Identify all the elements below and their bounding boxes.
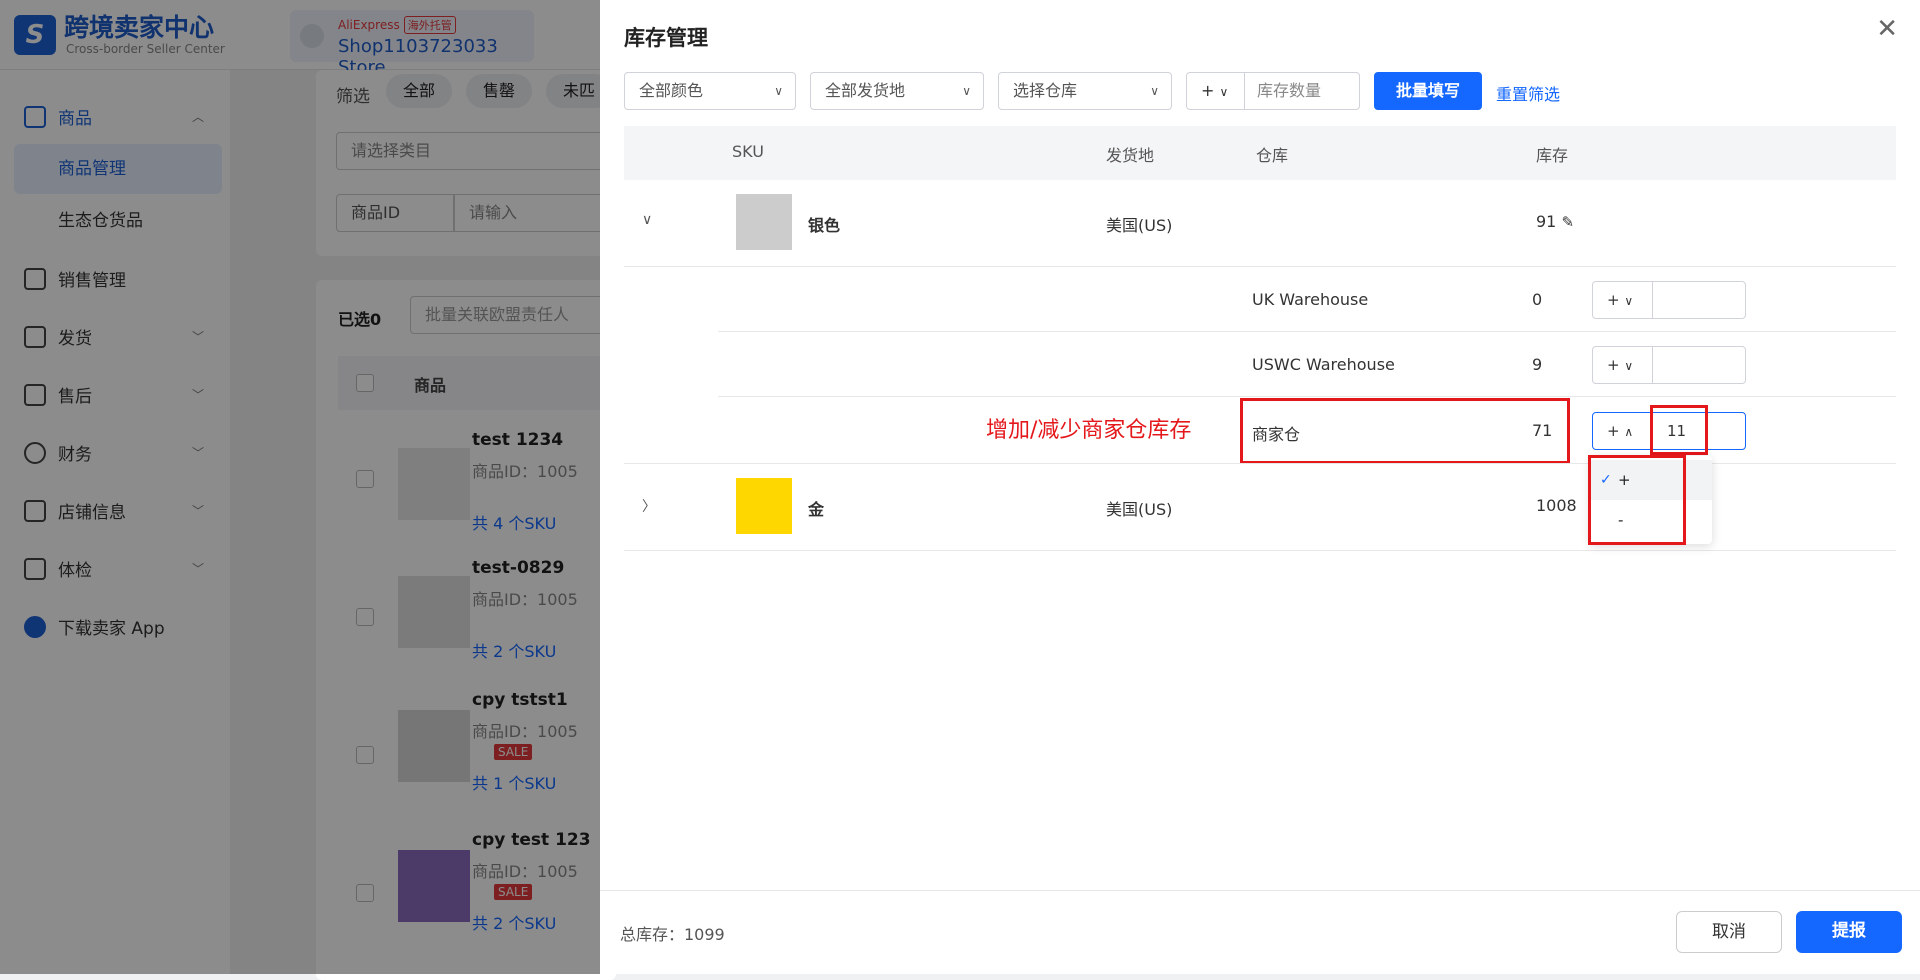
drawer-footer: 总库存：1099 取消 提报 [600,890,1920,974]
stock-adjust-uk: + ∨ [1592,281,1746,319]
chevron-down-icon: ∨ [1150,84,1159,98]
op-select[interactable]: + ∧ [1593,413,1653,449]
row-divider [624,550,1896,551]
sku-origin: 美国(US) [1106,500,1173,519]
sku-thumbnail [736,194,792,250]
chevron-up-icon: ∧ [1624,425,1634,439]
annotation-highlight-input [1650,405,1708,455]
op-value: + [1607,356,1620,374]
row-divider [718,331,1896,332]
cancel-button[interactable]: 取消 [1676,911,1782,953]
annotation-highlight-warehouse [1240,398,1570,464]
sku-thumbnail [736,478,792,534]
warehouse-stock: 9 [1532,355,1543,374]
close-icon[interactable]: ✕ [1876,14,1898,44]
sku-stock: 91 ✎ [1536,212,1574,231]
warehouse-stock: 0 [1532,290,1543,309]
color-filter-select[interactable]: 全部颜色 ∨ [624,72,796,110]
batch-op-value: + [1201,81,1215,100]
batch-fill-button[interactable]: 批量填写 [1374,72,1482,110]
total-stock: 总库存：1099 [620,925,725,944]
annotation-highlight-dropdown [1588,455,1686,545]
sku-stock-value: 91 [1536,212,1557,231]
collapse-chevron-icon[interactable]: ∨ [642,212,652,228]
col-warehouse: 仓库 [1256,146,1289,165]
sku-name: 银色 [808,216,841,235]
chevron-down-icon: ∨ [962,84,971,98]
op-value: + [1607,291,1620,309]
op-select[interactable]: + ∨ [1593,282,1653,318]
drawer-title: 库存管理 [624,26,708,50]
warehouse-name: USWC Warehouse [1252,355,1395,374]
warehouse-name: UK Warehouse [1252,290,1369,309]
sku-origin: 美国(US) [1106,216,1173,235]
origin-filter-select[interactable]: 全部发货地 ∨ [810,72,984,110]
batch-quantity-input[interactable]: 库存数量 [1257,73,1321,109]
op-value: + [1607,422,1620,440]
warehouse-filter-select[interactable]: 选择仓库 ∨ [998,72,1172,110]
col-origin: 发货地 [1106,146,1155,165]
op-select[interactable]: + ∨ [1593,347,1653,383]
sku-name: 金 [808,500,825,519]
stock-adjust-uswc: + ∨ [1592,346,1746,384]
batch-quantity-group: + ∨ 库存数量 [1186,72,1360,110]
chevron-down-icon: ∨ [1624,359,1634,373]
origin-filter-value: 全部发货地 [825,81,906,100]
submit-button[interactable]: 提报 [1796,911,1902,953]
batch-op-select[interactable]: + ∨ [1187,73,1245,109]
table-header: SKU 发货地 仓库 库存 [624,126,1896,180]
annotation-label: 增加/减少商家仓库存 [986,418,1192,443]
reset-filter-link[interactable]: 重置筛选 [1496,81,1560,105]
sku-stock: 1008 [1536,496,1577,515]
expand-chevron-icon[interactable]: 〉 [642,496,656,516]
chevron-down-icon: ∨ [1219,85,1229,99]
row-divider [718,396,1896,397]
row-divider [624,266,1896,267]
inventory-drawer: 库存管理 ✕ 全部颜色 ∨ 全部发货地 ∨ 选择仓库 ∨ + ∨ 库存数量 批量… [600,0,1920,974]
warehouse-filter-value: 选择仓库 [1013,81,1078,100]
color-filter-value: 全部颜色 [639,81,704,100]
chevron-down-icon: ∨ [774,84,783,98]
edit-icon[interactable]: ✎ [1561,213,1574,231]
col-sku: SKU [732,142,764,161]
chevron-down-icon: ∨ [1624,294,1634,308]
col-stock: 库存 [1536,146,1569,165]
